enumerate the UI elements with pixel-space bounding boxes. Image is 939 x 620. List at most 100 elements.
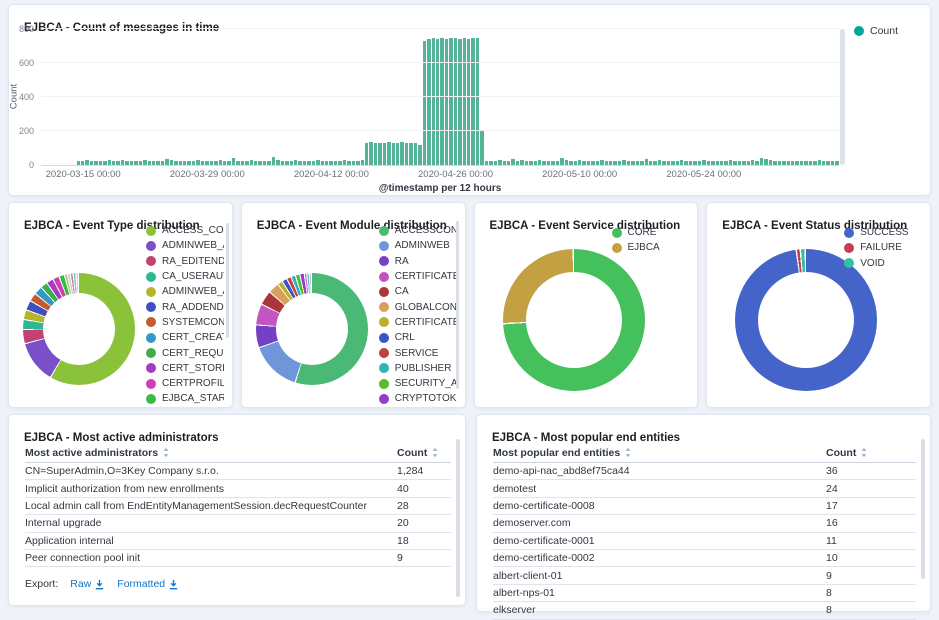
legend-scrollbar[interactable] — [456, 221, 459, 389]
histogram-bar[interactable] — [547, 161, 550, 165]
column-header-count[interactable]: Count — [397, 447, 451, 459]
legend-item[interactable]: ADMINWEB_AD... — [146, 284, 224, 299]
histogram-bar[interactable] — [826, 161, 829, 165]
histogram-bar[interactable] — [578, 160, 581, 165]
histogram-bar[interactable] — [77, 161, 80, 165]
legend-item[interactable]: SECURITY_AUDIT — [379, 376, 457, 391]
histogram-bar[interactable] — [396, 143, 399, 165]
histogram-bar[interactable] — [445, 39, 448, 165]
legend-item[interactable]: ACCESSCONTROL — [379, 223, 457, 238]
histogram-bar[interactable] — [591, 161, 594, 165]
histogram-bar[interactable] — [822, 161, 825, 165]
legend-scrollbar[interactable] — [226, 223, 229, 338]
histogram-bar[interactable] — [143, 160, 146, 165]
histogram-bar[interactable] — [276, 160, 279, 165]
histogram-bar[interactable] — [565, 160, 568, 165]
histogram-bar[interactable] — [760, 158, 763, 165]
histogram-bar[interactable] — [81, 161, 84, 165]
histogram-bar[interactable] — [556, 161, 559, 165]
histogram-bar[interactable] — [609, 161, 612, 165]
histogram-bar[interactable] — [582, 161, 585, 165]
histogram-bar[interactable] — [347, 161, 350, 165]
histogram-bar[interactable] — [116, 161, 119, 165]
legend-item[interactable]: GLOBALCONF — [379, 299, 457, 314]
histogram-bar[interactable] — [343, 160, 346, 165]
legend-item[interactable]: RA_ADDENDENTI... — [146, 299, 224, 314]
legend-item[interactable]: VOID — [844, 256, 922, 271]
histogram-bar[interactable] — [574, 161, 577, 165]
histogram-bar[interactable] — [108, 160, 111, 165]
histogram-bar[interactable] — [174, 161, 177, 165]
histogram-bar[interactable] — [480, 130, 483, 165]
legend-series-label[interactable]: Count — [870, 25, 898, 37]
legend-scrollbar[interactable] — [840, 29, 845, 165]
histogram-bar[interactable] — [503, 161, 506, 165]
histogram-bar[interactable] — [778, 161, 781, 165]
histogram-bar[interactable] — [738, 161, 741, 165]
histogram-bar[interactable] — [454, 38, 457, 165]
histogram-bar[interactable] — [489, 161, 492, 165]
legend-item[interactable]: CORE — [612, 225, 690, 240]
histogram-bar[interactable] — [680, 160, 683, 165]
histogram-bar[interactable] — [636, 161, 639, 165]
histogram-bar[interactable] — [511, 159, 514, 165]
histogram-bar[interactable] — [369, 142, 372, 165]
histogram-bar[interactable] — [485, 161, 488, 165]
histogram-bar[interactable] — [245, 161, 248, 165]
histogram-bar[interactable] — [121, 160, 124, 165]
histogram-bar[interactable] — [192, 161, 195, 165]
histogram-bar[interactable] — [791, 161, 794, 165]
legend-item[interactable]: CERTPROFILE_E... — [146, 376, 224, 391]
histogram-bar[interactable] — [795, 161, 798, 165]
histogram-bar[interactable] — [538, 160, 541, 165]
histogram-bar[interactable] — [711, 161, 714, 165]
histogram-bar[interactable] — [596, 161, 599, 165]
histogram-bar[interactable] — [653, 161, 656, 165]
histogram-bar[interactable] — [303, 161, 306, 165]
histogram-bar[interactable] — [294, 160, 297, 165]
histogram-bar[interactable] — [716, 161, 719, 165]
legend-item[interactable]: RA_EDITENDENT... — [146, 254, 224, 269]
legend-item[interactable]: CA — [379, 284, 457, 299]
histogram-bar[interactable] — [156, 161, 159, 165]
histogram-bar[interactable] — [542, 161, 545, 165]
histogram-bar[interactable] — [90, 161, 93, 165]
histogram-bar[interactable] — [316, 160, 319, 165]
histogram-bar[interactable] — [112, 161, 115, 165]
histogram-bar[interactable] — [804, 161, 807, 165]
legend-item[interactable]: CRYPTOTOKEN — [379, 391, 457, 406]
histogram-bar[interactable] — [241, 161, 244, 165]
histogram-bar[interactable] — [751, 160, 754, 165]
histogram-bar[interactable] — [516, 161, 519, 165]
histogram-bar[interactable] — [787, 161, 790, 165]
histogram-bar[interactable] — [312, 161, 315, 165]
export-formatted-link[interactable]: Formatted — [117, 578, 179, 590]
histogram-bar[interactable] — [667, 161, 670, 165]
histogram-bar[interactable] — [529, 161, 532, 165]
histogram-bar[interactable] — [418, 145, 421, 165]
histogram-bar[interactable] — [707, 161, 710, 165]
export-raw-link[interactable]: Raw — [70, 578, 105, 590]
histogram-bar[interactable] — [196, 160, 199, 165]
histogram-bar[interactable] — [94, 161, 97, 165]
histogram-bar[interactable] — [729, 160, 732, 165]
histogram-bar[interactable] — [702, 160, 705, 165]
histogram-bar[interactable] — [436, 39, 439, 165]
legend-item[interactable]: CRL — [379, 330, 457, 345]
column-header-count[interactable]: Count — [826, 447, 916, 459]
histogram-bar[interactable] — [698, 161, 701, 165]
histogram-bar[interactable] — [764, 159, 767, 165]
histogram-bar[interactable] — [525, 161, 528, 165]
histogram-bar[interactable] — [205, 161, 208, 165]
legend-item[interactable]: SUCCESS — [844, 225, 922, 240]
histogram-bar[interactable] — [387, 142, 390, 165]
histogram-bar[interactable] — [290, 161, 293, 165]
histogram-bar[interactable] — [782, 161, 785, 165]
histogram-bar[interactable] — [219, 160, 222, 165]
legend-item[interactable]: SYSTEMCONF_E... — [146, 315, 224, 330]
histogram-bar[interactable] — [334, 161, 337, 165]
histogram-bar[interactable] — [338, 161, 341, 165]
histogram-bar[interactable] — [103, 161, 106, 165]
histogram-bar[interactable] — [427, 39, 430, 165]
histogram-bar[interactable] — [769, 160, 772, 165]
